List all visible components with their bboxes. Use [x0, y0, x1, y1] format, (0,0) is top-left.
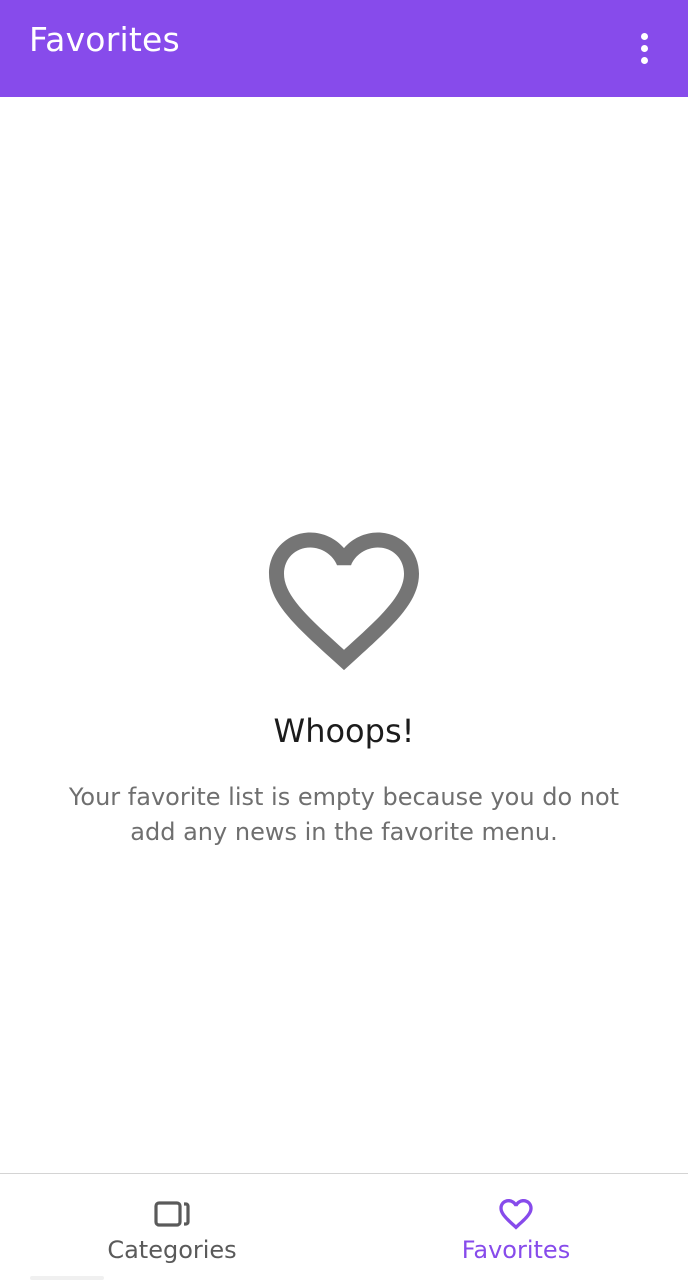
home-indicator — [30, 1276, 104, 1280]
nav-item-favorites[interactable]: Favorites — [344, 1174, 688, 1280]
nav-item-categories[interactable]: Categories — [0, 1174, 344, 1280]
more-vert-icon-dot — [640, 56, 648, 64]
empty-state: Whoops! Your favorite list is empty beca… — [0, 510, 688, 850]
bottom-navigation: Categories Favorites — [0, 1173, 688, 1280]
more-vert-icon-dot — [640, 44, 648, 52]
categories-icon — [152, 1194, 192, 1234]
more-vert-icon — [640, 32, 648, 40]
page-title: Favorites — [29, 20, 180, 59]
heart-outline-icon — [269, 532, 419, 671]
favorites-screen: Favorites Whoops! Your favorite list is … — [0, 0, 688, 1280]
empty-state-title: Whoops! — [273, 712, 415, 750]
heart-outline-icon — [496, 1194, 536, 1234]
app-bar: Favorites — [0, 0, 688, 97]
nav-label-categories: Categories — [107, 1236, 237, 1264]
empty-state-message: Your favorite list is empty because you … — [68, 783, 620, 846]
nav-label-favorites: Favorites — [461, 1236, 571, 1264]
more-options-button[interactable] — [624, 28, 664, 68]
